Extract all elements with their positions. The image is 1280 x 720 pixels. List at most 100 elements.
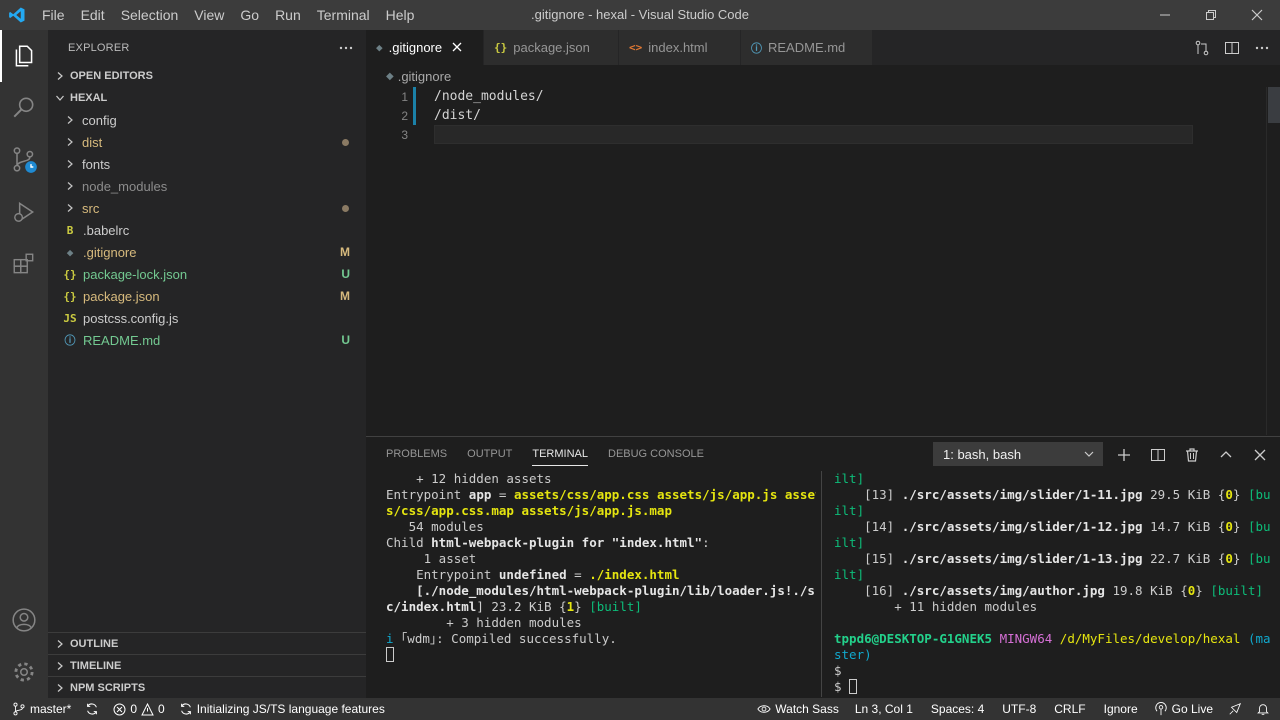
window-controls: [1142, 0, 1280, 30]
terminal-output-right[interactable]: ilt] [13] ./src/assets/img/slider/1-11.j…: [834, 471, 1274, 697]
terminal-output-left[interactable]: + 12 hidden assets Entrypoint app = asset…: [386, 471, 816, 697]
project-section[interactable]: HEXAL: [48, 87, 366, 109]
split-editor-icon[interactable]: [1224, 40, 1240, 56]
terminal-line: Entrypoint undefined = ./index.html: [386, 567, 816, 583]
menu-help[interactable]: Help: [378, 0, 423, 30]
git-branch-label: master*: [30, 702, 72, 716]
split-terminal-icon[interactable]: [1150, 447, 1166, 463]
watch-sass-item[interactable]: Watch Sass: [750, 698, 846, 720]
bottom-panel: PROBLEMS OUTPUT TERMINAL DEBUG CONSOLE 1…: [366, 436, 1280, 698]
npm-scripts-section[interactable]: NPM SCRIPTS: [48, 676, 366, 698]
breadcrumb-item[interactable]: .gitignore: [398, 69, 451, 84]
file-item[interactable]: ⓘ README.md U: [48, 329, 366, 351]
cursor-position-item[interactable]: Ln 3, Col 1: [846, 698, 922, 720]
terminal-line: [386, 647, 816, 663]
terminal-text: + 12 hidden assets: [386, 471, 552, 486]
file-item[interactable]: JS postcss.config.js: [48, 307, 366, 329]
tree-item-label: package-lock.json: [83, 266, 188, 282]
folder-item[interactable]: dist: [48, 131, 366, 153]
menu-file[interactable]: File: [34, 0, 73, 30]
menu-terminal[interactable]: Terminal: [309, 0, 378, 30]
sync-icon: [87, 703, 98, 715]
indentation-item[interactable]: Spaces: 4: [922, 698, 993, 720]
close-window-button[interactable]: [1234, 0, 1280, 30]
go-live-item[interactable]: Go Live: [1147, 698, 1220, 720]
scrollbar-thumb[interactable]: [1268, 87, 1280, 123]
source-control-activity[interactable]: [0, 134, 48, 186]
tab-gitignore[interactable]: ◆ .gitignore: [366, 30, 484, 65]
file-item[interactable]: {} package-lock.json U: [48, 263, 366, 285]
tree-item-label: README.md: [83, 332, 161, 348]
timeline-section[interactable]: TIMELINE: [48, 654, 366, 676]
terminal-text: 54 modules: [386, 519, 484, 534]
menu-edit[interactable]: Edit: [73, 0, 113, 30]
tab-output[interactable]: OUTPUT: [467, 437, 512, 472]
menu-view[interactable]: View: [186, 0, 232, 30]
panel-tabs: PROBLEMS OUTPUT TERMINAL DEBUG CONSOLE: [386, 437, 704, 472]
menu-run[interactable]: Run: [267, 0, 309, 30]
editor-scrollbar[interactable]: [1266, 87, 1280, 435]
open-changes-icon[interactable]: [1194, 40, 1210, 56]
outline-section[interactable]: OUTLINE: [48, 632, 366, 654]
terminal-text: [./node_modules/html-webpack-plugin/lib/…: [386, 583, 816, 598]
tab-debug-console[interactable]: DEBUG CONSOLE: [608, 437, 704, 472]
modified-dot: [342, 138, 349, 146]
terminal-select[interactable]: 1: bash, bash: [933, 442, 1103, 466]
folder-item[interactable]: src: [48, 197, 366, 219]
terminal-line: $: [834, 679, 1274, 695]
terminal-text: :: [702, 535, 710, 550]
menu-go[interactable]: Go: [232, 0, 267, 30]
run-debug-activity[interactable]: [0, 186, 48, 238]
tree-item-label: postcss.config.js: [83, 310, 179, 326]
tab-index-html[interactable]: <> index.html: [619, 30, 741, 65]
close-tab-button[interactable]: [452, 40, 462, 55]
terminal-text: ilt]: [834, 567, 865, 582]
tab-problems[interactable]: PROBLEMS: [386, 437, 447, 472]
manage-activity[interactable]: [0, 646, 48, 698]
folder-item[interactable]: node_modules: [48, 175, 366, 197]
open-editors-section[interactable]: OPEN EDITORS: [48, 65, 366, 87]
file-item[interactable]: ◆ .gitignore M: [48, 241, 366, 263]
new-terminal-icon[interactable]: [1116, 447, 1132, 463]
terminal-split-divider[interactable]: [821, 471, 822, 697]
chevron-up-icon[interactable]: [1218, 447, 1234, 463]
file-item[interactable]: {} package.json M: [48, 285, 366, 307]
tab-label: package.json: [513, 40, 590, 55]
line-text: /node_modules/: [434, 89, 544, 104]
more-actions-icon[interactable]: [1254, 40, 1270, 56]
git-branch-item[interactable]: master*: [0, 698, 78, 720]
close-icon[interactable]: [1252, 447, 1268, 463]
folder-item[interactable]: fonts: [48, 153, 366, 175]
feedback-item[interactable]: [1220, 698, 1250, 720]
terminal-line: $: [834, 663, 1274, 679]
explorer-activity[interactable]: [0, 30, 48, 82]
menu-selection[interactable]: Selection: [113, 0, 187, 30]
code-editor[interactable]: 1 /node_modules/ 2 /dist/ 3: [366, 87, 1280, 435]
eol-item[interactable]: CRLF: [1045, 698, 1094, 720]
encoding-item[interactable]: UTF-8: [993, 698, 1045, 720]
terminal-select-value: 1: bash, bash: [943, 446, 1022, 462]
problems-item[interactable]: 0 0: [106, 698, 171, 720]
sync-item[interactable]: [78, 698, 106, 720]
file-item[interactable]: B .babelrc: [48, 219, 366, 241]
git-added-marker: [413, 87, 416, 106]
minimize-button[interactable]: [1142, 0, 1188, 30]
tab-terminal[interactable]: TERMINAL: [532, 437, 588, 472]
terminal-text: [bu: [1247, 519, 1271, 534]
tab-package-json[interactable]: {} package.json: [484, 30, 619, 65]
folder-item[interactable]: config: [48, 109, 366, 131]
accounts-activity[interactable]: [0, 594, 48, 646]
language-mode-item[interactable]: Ignore: [1095, 698, 1147, 720]
terminal-line: [./node_modules/html-webpack-plugin/lib/…: [386, 583, 816, 599]
restore-button[interactable]: [1188, 0, 1234, 30]
terminal-line: ilt]: [834, 535, 1274, 551]
notifications-item[interactable]: [1250, 698, 1280, 720]
extensions-activity[interactable]: [0, 238, 48, 290]
trash-icon[interactable]: [1184, 447, 1200, 463]
git-status-badge: M: [340, 289, 350, 303]
feedback-icon: [1229, 702, 1242, 715]
tab-readme-md[interactable]: ⓘ README.md: [741, 30, 873, 65]
more-actions-icon[interactable]: [338, 40, 354, 56]
search-activity[interactable]: [0, 82, 48, 134]
task-status-item[interactable]: Initializing JS/TS language features: [172, 698, 392, 720]
